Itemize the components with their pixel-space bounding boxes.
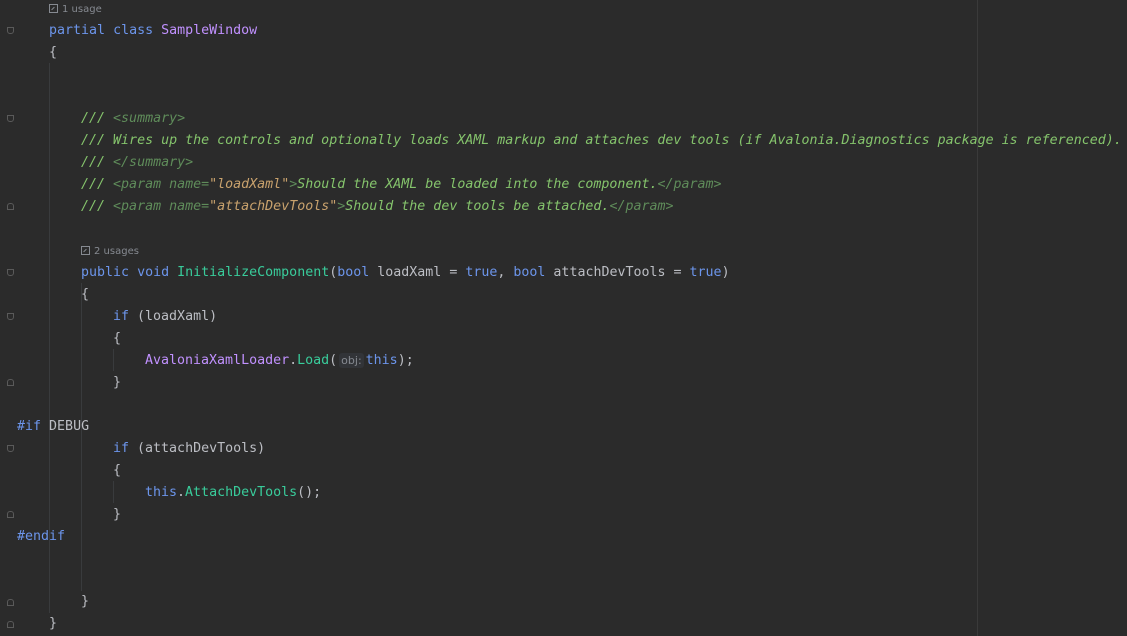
- code-line-class-brace-close[interactable]: }: [49, 613, 57, 635]
- usages-icon: [81, 246, 90, 255]
- fold-marker-icon[interactable]: [7, 599, 14, 606]
- parameter-name-hint: obj:: [339, 353, 364, 368]
- fold-marker-icon[interactable]: [7, 115, 14, 122]
- code-line-if-attachdevtools[interactable]: if (attachDevTools): [113, 438, 265, 460]
- usages-hint[interactable]: 1 usage: [49, 3, 102, 17]
- code-line-if1-brace-close[interactable]: }: [113, 372, 121, 394]
- code-line-if2-brace-close[interactable]: }: [113, 504, 121, 526]
- code-line-if-loadxaml[interactable]: if (loadXaml): [113, 306, 217, 328]
- usages-hint[interactable]: 2 usages: [81, 245, 139, 259]
- code-line-doc-param-attachdevtools[interactable]: /// <param name="attachDevTools">Should …: [81, 196, 673, 218]
- code-line-attach-call[interactable]: this.AttachDevTools();: [145, 482, 321, 504]
- right-margin-guide: [977, 0, 978, 636]
- fold-marker-icon[interactable]: [7, 203, 14, 210]
- fold-marker-icon[interactable]: [7, 445, 14, 452]
- fold-marker-icon[interactable]: [7, 269, 14, 276]
- code-line-doc-param-loadxaml[interactable]: /// <param name="loadXaml">Should the XA…: [81, 174, 722, 196]
- code-editor[interactable]: 1 usage partial class SampleWindow { ///…: [0, 0, 1127, 636]
- fold-marker-icon[interactable]: [7, 313, 14, 320]
- fold-marker-icon[interactable]: [7, 379, 14, 386]
- code-line-doc-summary-open[interactable]: /// <summary>: [81, 108, 185, 130]
- code-line-brace-open[interactable]: {: [49, 42, 57, 64]
- fold-marker-icon[interactable]: [7, 511, 14, 518]
- code-line-method-signature[interactable]: public void InitializeComponent(bool loa…: [81, 262, 730, 284]
- usages-icon: [49, 4, 58, 13]
- code-line-doc-summary-close[interactable]: /// </summary>: [81, 152, 193, 174]
- code-line-class-decl[interactable]: partial class SampleWindow: [49, 20, 257, 42]
- indent-guide: [113, 349, 114, 371]
- code-line-method-brace-open[interactable]: {: [81, 284, 89, 306]
- code-line-if1-brace-open[interactable]: {: [113, 328, 121, 350]
- fold-marker-icon[interactable]: [7, 27, 14, 34]
- code-line-load-call[interactable]: AvaloniaXamlLoader.Load(obj: this);: [145, 350, 414, 372]
- code-line-preprocessor-if[interactable]: #if DEBUG: [17, 416, 89, 438]
- code-line-doc-summary-text[interactable]: /// Wires up the controls and optionally…: [81, 130, 1122, 152]
- code-line-if2-brace-open[interactable]: {: [113, 460, 121, 482]
- code-line-preprocessor-endif[interactable]: #endif: [17, 526, 65, 548]
- code-line-method-brace-close[interactable]: }: [81, 591, 89, 613]
- indent-guide: [113, 481, 114, 503]
- fold-marker-icon[interactable]: [7, 621, 14, 628]
